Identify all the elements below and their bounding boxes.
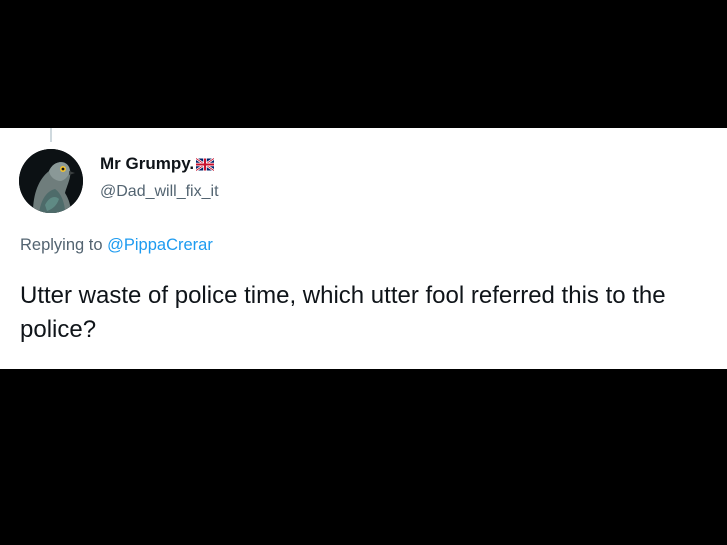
reply-mention-link[interactable]: @PippaCrerar	[107, 236, 213, 254]
replying-to-line: Replying to @PippaCrerar	[20, 236, 213, 255]
author-display-name[interactable]: Mr Grumpy.	[100, 154, 194, 174]
tweet-body-text: Utter waste of police time, which utter …	[20, 282, 666, 343]
pigeon-avatar-icon[interactable]	[19, 149, 83, 213]
tweet-card[interactable]: Mr Grumpy. @Dad_will_fix_it Replying to …	[0, 128, 727, 369]
author-name-row[interactable]: Mr Grumpy.	[100, 154, 215, 174]
uk-flag-icon	[196, 157, 215, 171]
screenshot-frame: Mr Grumpy. @Dad_will_fix_it Replying to …	[0, 0, 727, 545]
thread-connector-line	[50, 128, 52, 142]
author-handle[interactable]: @Dad_will_fix_it	[100, 183, 219, 201]
replying-to-label: Replying to	[20, 236, 108, 254]
